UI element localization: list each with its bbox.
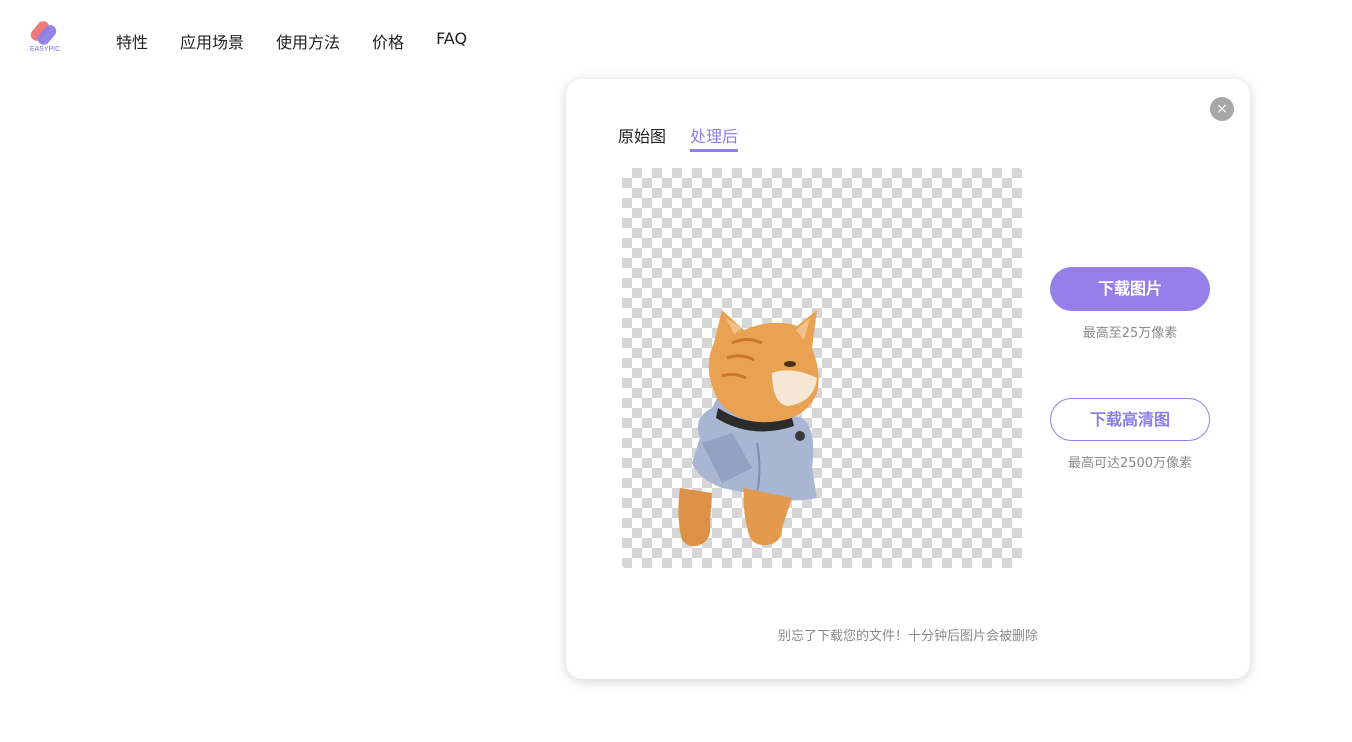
logo-icon — [30, 21, 57, 45]
nav-item-how-to-use[interactable]: 使用方法 — [276, 29, 340, 53]
deletion-reminder: 别忘了下载您的文件！十分钟后图片会被删除 — [777, 629, 1038, 644]
download-image-button[interactable]: 下载图片 — [1050, 267, 1210, 311]
logo-wordmark: EASYPIC — [29, 46, 61, 53]
nav-item-faq[interactable]: FAQ — [436, 29, 467, 53]
tab-original[interactable]: 原始图 — [618, 123, 666, 152]
cat-cutout-image — [678, 310, 819, 547]
download-hd-limit-note: 最高可达2500万像素 — [1067, 456, 1193, 471]
nav-item-use-cases[interactable]: 应用场景 — [180, 29, 244, 53]
result-modal: × 原始图 处理后 下载图片 最高至25万像素 下载高清图 最高可达2500万像… — [566, 79, 1250, 679]
view-tabs: 原始图 处理后 — [618, 123, 739, 152]
top-navigation-bar: EASYPIC 特性 应用场景 使用方法 价格 FAQ — [0, 0, 1352, 80]
image-preview — [622, 168, 1022, 568]
download-limit-note: 最高至25万像素 — [1082, 326, 1178, 341]
easypic-logo[interactable]: EASYPIC — [28, 18, 62, 56]
nav-item-pricing[interactable]: 价格 — [372, 29, 404, 53]
main-nav: 特性 应用场景 使用方法 价格 FAQ — [116, 29, 467, 53]
download-hd-button[interactable]: 下载高清图 — [1050, 398, 1210, 441]
tab-processed[interactable]: 处理后 — [690, 123, 739, 152]
close-icon[interactable]: × — [1210, 97, 1234, 121]
nav-item-features[interactable]: 特性 — [116, 29, 148, 53]
